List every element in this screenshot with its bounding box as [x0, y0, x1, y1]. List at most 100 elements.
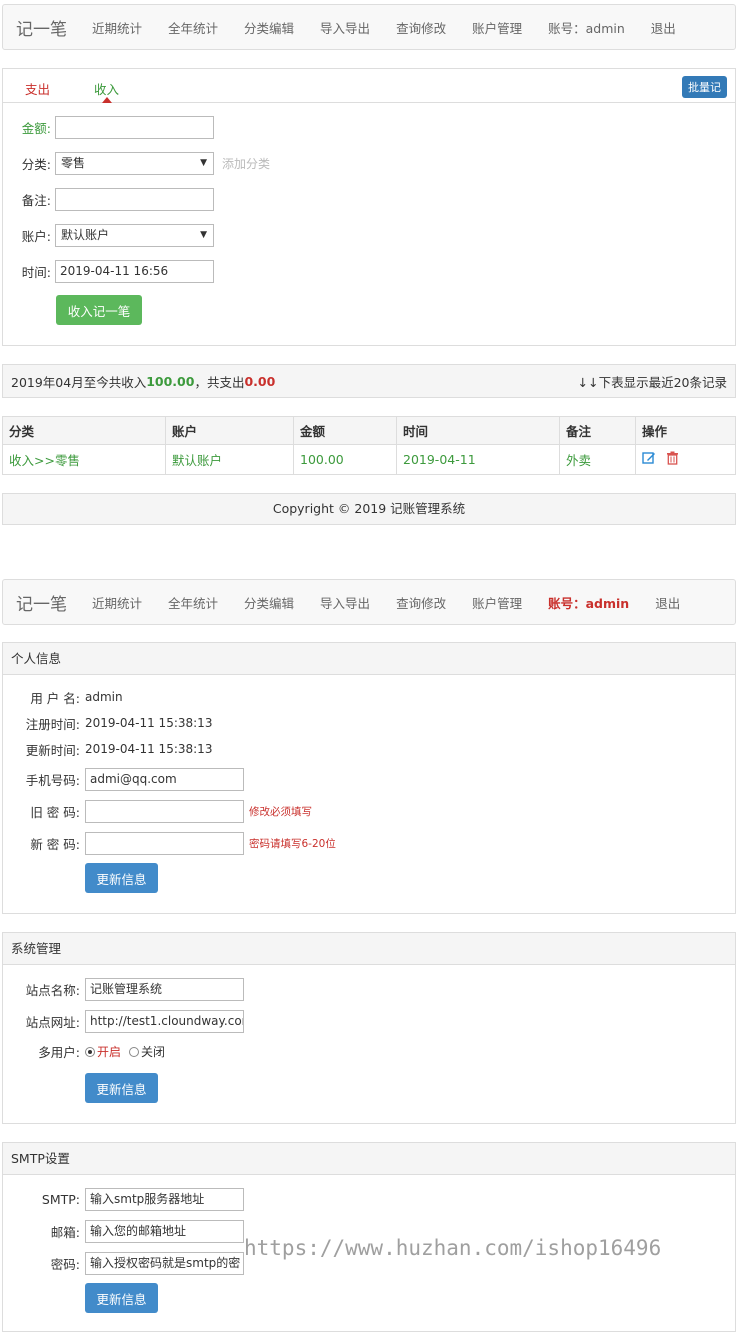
category-select[interactable]: 零售 ▼: [55, 151, 214, 175]
account-navbar: 记一笔 近期统计 全年统计 分类编辑 导入导出 查询修改 账户管理 账号：adm…: [2, 579, 736, 625]
old-password-hint: 修改必须填写: [249, 805, 312, 818]
old-password-row: 旧 密 码: 修改必须填写: [3, 799, 312, 823]
nav-logout[interactable]: 退出: [655, 593, 680, 612]
time-input[interactable]: 2019-04-11 16:56: [55, 259, 214, 283]
record-tabs: 支出 收入 批量记: [3, 69, 735, 103]
smtp-server-input[interactable]: 输入smtp服务器地址: [85, 1187, 244, 1211]
nav-annual-stats[interactable]: 全年统计: [168, 593, 218, 612]
site-url-row: 站点网址: http://test1.cloundway.com: [3, 1009, 244, 1033]
account-selected-value: 默认账户: [61, 227, 110, 242]
col-account: 账户: [165, 416, 294, 445]
radio-off-icon[interactable]: [129, 1047, 140, 1057]
multi-user-row: 多用户: 开启 关闭: [3, 1039, 165, 1063]
old-password-input[interactable]: [85, 799, 244, 823]
smtp-server-label: SMTP:: [41, 1191, 80, 1207]
tab-expense[interactable]: 支出: [25, 79, 50, 98]
note-row: 备注:: [3, 187, 214, 211]
personal-info-title: 个人信息: [3, 643, 735, 675]
cell-account: 默认账户: [165, 444, 294, 475]
account-row: 账户: 默认账户 ▼: [3, 223, 214, 247]
smtp-password-label: 密码:: [50, 1256, 80, 1272]
personal-info-panel: 个人信息 用 户 名: admin 注册时间: 2019-04-11 15:38…: [2, 642, 736, 914]
category-selected-value: 零售: [61, 155, 86, 170]
nav-category-edit[interactable]: 分类编辑: [244, 593, 294, 612]
update-smtp-button[interactable]: 更新信息: [85, 1283, 158, 1313]
new-password-row: 新 密 码: 密码请填写6-20位: [3, 831, 336, 855]
nav-user-account[interactable]: 账号：admin: [548, 593, 629, 612]
record-form-panel: 支出 收入 批量记 金额: 分类: 零售 ▼ 添加分类 备注: 账户: 默认账户…: [2, 68, 736, 346]
new-password-label: 新 密 码:: [30, 836, 80, 852]
batch-record-button[interactable]: 批量记: [682, 76, 727, 98]
username-value: admin: [85, 690, 123, 704]
site-url-input[interactable]: http://test1.cloundway.com: [85, 1009, 244, 1033]
col-category: 分类: [2, 416, 166, 445]
brand-logo[interactable]: 记一笔: [16, 590, 79, 615]
multi-user-off-label: 关闭: [141, 1044, 166, 1059]
smtp-email-row: 邮箱: 输入您的邮箱地址: [3, 1219, 244, 1243]
note-input[interactable]: [55, 187, 214, 211]
update-personal-button[interactable]: 更新信息: [85, 863, 158, 893]
upd-time-value: 2019-04-11 15:38:13: [85, 742, 213, 756]
table-row: 收入>>零售 默认账户 100.00 2019-04-11 外卖: [2, 444, 736, 475]
smtp-server-row: SMTP: 输入smtp服务器地址: [3, 1187, 244, 1211]
radio-on-icon[interactable]: [85, 1047, 95, 1057]
top-navbar: 记一笔 近期统计 全年统计 分类编辑 导入导出 查询修改 账户管理 账号：adm…: [2, 4, 736, 50]
edit-icon[interactable]: [642, 451, 656, 468]
active-tab-caret-icon: [102, 97, 112, 103]
upd-time-label: 更新时间:: [25, 742, 80, 758]
username-row: 用 户 名: admin: [3, 685, 123, 709]
table-header-row: 分类 账户 金额 时间 备注 操作: [2, 416, 736, 445]
phone-input[interactable]: admi@qq.com: [85, 767, 244, 791]
nav-import-export[interactable]: 导入导出: [320, 593, 370, 612]
nav-annual-stats[interactable]: 全年统计: [168, 18, 218, 37]
nav-import-export[interactable]: 导入导出: [320, 18, 370, 37]
cell-category: 收入>>零售: [2, 444, 166, 475]
smtp-email-label: 邮箱:: [50, 1224, 80, 1240]
watermark-text: https://www.huzhan.com/ishop16496: [244, 1236, 662, 1260]
site-url-label: 站点网址:: [25, 1014, 80, 1030]
nav-account-manage[interactable]: 账户管理: [472, 593, 522, 612]
account-select[interactable]: 默认账户 ▼: [55, 223, 214, 247]
nav-user-account[interactable]: 账号：admin: [548, 18, 625, 37]
smtp-title: SMTP设置: [3, 1143, 735, 1175]
cell-amount: 100.00: [293, 444, 397, 475]
tab-income[interactable]: 收入: [94, 79, 119, 98]
amount-label: 金额:: [21, 120, 51, 136]
multi-user-on-option[interactable]: 开启: [85, 1043, 129, 1060]
category-label: 分类:: [21, 156, 51, 172]
site-name-input[interactable]: 记账管理系统: [85, 977, 244, 1001]
nav-account-manage[interactable]: 账户管理: [472, 18, 522, 37]
cell-time: 2019-04-11: [396, 444, 560, 475]
smtp-email-input[interactable]: 输入您的邮箱地址: [85, 1219, 244, 1243]
summary-income: 100.00: [146, 373, 195, 389]
income-submit-button[interactable]: 收入记一笔: [56, 295, 142, 325]
nav-logout[interactable]: 退出: [651, 18, 676, 37]
system-title: 系统管理: [3, 933, 735, 965]
time-row: 时间: 2019-04-11 16:56: [3, 259, 214, 283]
nav-recent-stats[interactable]: 近期统计: [92, 18, 142, 37]
nav-category-edit[interactable]: 分类编辑: [244, 18, 294, 37]
site-name-label: 站点名称:: [25, 982, 80, 998]
username-label: 用 户 名:: [30, 690, 80, 706]
new-password-input[interactable]: [85, 831, 244, 855]
brand-logo[interactable]: 记一笔: [16, 15, 79, 40]
phone-row: 手机号码: admi@qq.com: [3, 767, 244, 791]
new-password-hint: 密码请填写6-20位: [249, 837, 336, 850]
multi-user-label: 多用户:: [38, 1044, 80, 1060]
update-system-button[interactable]: 更新信息: [85, 1073, 158, 1103]
multi-user-off-option[interactable]: 关闭: [129, 1043, 165, 1060]
nav-query-edit[interactable]: 查询修改: [396, 18, 446, 37]
records-table: 分类 账户 金额 时间 备注 操作 收入>>零售 默认账户 100.00 201…: [2, 416, 736, 475]
smtp-password-input[interactable]: 输入授权密码就是smtp的密: [85, 1251, 244, 1275]
delete-icon[interactable]: [666, 451, 679, 468]
phone-label: 手机号码:: [25, 772, 80, 788]
nav-recent-stats[interactable]: 近期统计: [92, 593, 142, 612]
add-category-link[interactable]: 添加分类: [222, 155, 270, 172]
multi-user-on-label: 开启: [97, 1044, 122, 1059]
summary-bar: 2019年04月至今共收入 100.00 ，共支出 0.00 ↓↓下表显示最近2…: [2, 364, 736, 398]
amount-input[interactable]: [55, 115, 214, 139]
col-actions: 操作: [635, 416, 736, 445]
system-panel: 系统管理 站点名称: 记账管理系统 站点网址: http://test1.clo…: [2, 932, 736, 1124]
category-row: 分类: 零售 ▼ 添加分类: [3, 151, 270, 175]
nav-query-edit[interactable]: 查询修改: [396, 593, 446, 612]
